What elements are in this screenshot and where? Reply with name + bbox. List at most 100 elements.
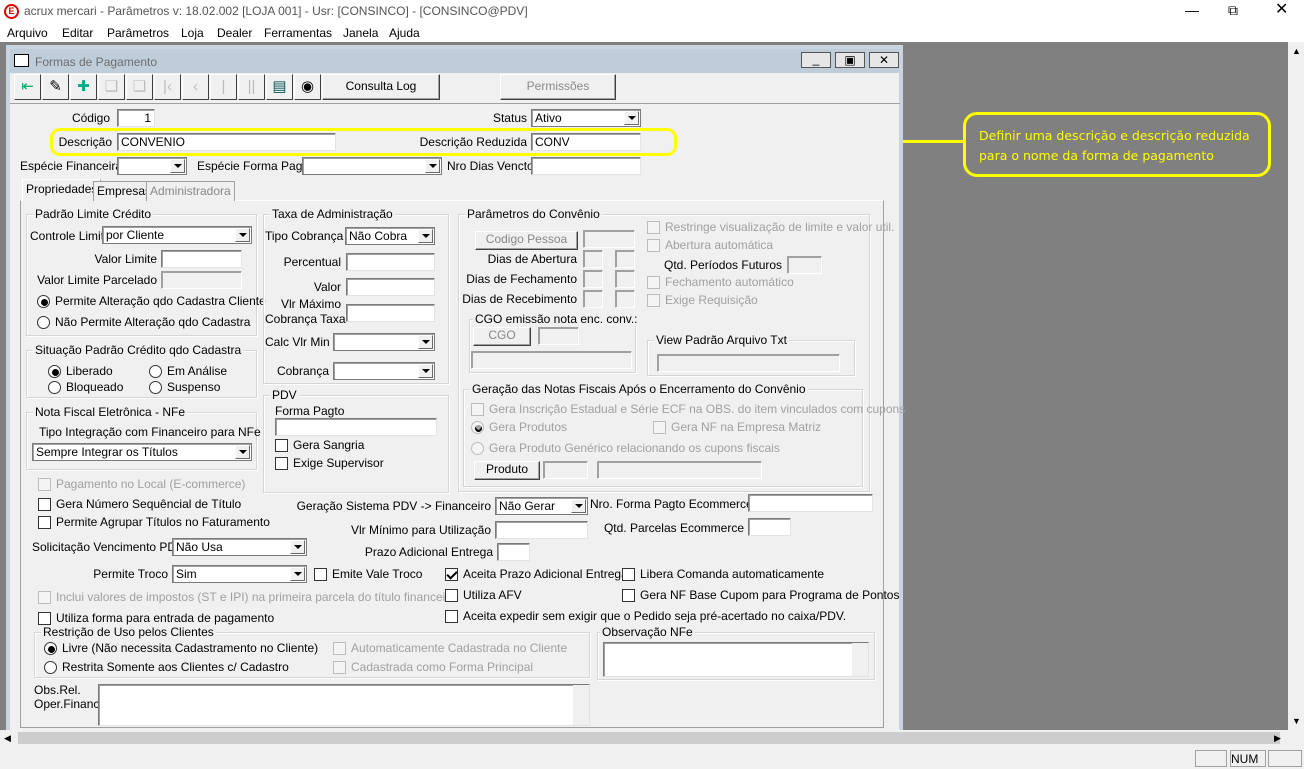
last-record-icon[interactable]: || bbox=[238, 74, 265, 100]
valor-limite-parcelado-label: Valor Limite Parcelado bbox=[37, 273, 157, 287]
nro-forma-ecommerce-input[interactable] bbox=[748, 494, 873, 512]
chevron-down-icon[interactable] bbox=[418, 335, 433, 349]
tipo-integracao-label: Tipo Integração com Financeiro para NFe bbox=[39, 425, 261, 439]
checkbox-box bbox=[314, 568, 327, 581]
codigo-pessoa-button[interactable]: Codigo Pessoa bbox=[475, 231, 578, 250]
chevron-down-icon[interactable] bbox=[624, 111, 639, 125]
codigo-pessoa-input[interactable] bbox=[583, 230, 635, 248]
tab-propriedades[interactable]: Propriedades bbox=[22, 179, 102, 201]
chevron-down-icon[interactable] bbox=[170, 159, 185, 173]
cgo-input[interactable] bbox=[538, 327, 579, 345]
nro-forma-ecommerce-label: Nro. Forma Pagto Ecommerce bbox=[590, 497, 753, 511]
chevron-down-icon[interactable] bbox=[235, 228, 250, 242]
obs-rel-textarea[interactable] bbox=[98, 684, 590, 726]
menu-arquivo[interactable]: Arquivo bbox=[7, 26, 48, 40]
chevron-down-icon[interactable] bbox=[418, 229, 433, 243]
menu-bar: Arquivo Editar Parâmetros Loja Dealer Fe… bbox=[0, 23, 1304, 42]
solicitacao-vencimento-select[interactable]: Não Usa bbox=[172, 538, 307, 556]
view-padrao-input[interactable] bbox=[657, 354, 840, 372]
calc-vlr-min-label: Calc Vlr Min bbox=[265, 335, 330, 349]
window-title-bar: Formas de Pagamento _ ▣ ✕ bbox=[10, 49, 899, 73]
dias-recebimento-label: Dias de Recebimento bbox=[462, 292, 577, 306]
qtd-periodos-input[interactable] bbox=[787, 256, 822, 274]
menu-parametros[interactable]: Parâmetros bbox=[107, 26, 169, 40]
prazo-adicional-input[interactable] bbox=[497, 543, 530, 561]
window-close-button[interactable]: ✕ bbox=[869, 52, 899, 68]
valor-label: Valor bbox=[313, 280, 341, 294]
dias-recebimento-input-1[interactable] bbox=[583, 290, 603, 308]
first-record-icon[interactable]: |‹ bbox=[154, 74, 181, 100]
tipo-integracao-select[interactable]: Sempre Integrar os Títulos bbox=[32, 443, 252, 461]
dias-abertura-input-2[interactable] bbox=[615, 250, 635, 268]
status-select[interactable]: Ativo bbox=[531, 109, 641, 127]
edit-icon[interactable]: ✎ bbox=[42, 74, 69, 100]
previous-record-icon[interactable]: ‹ bbox=[182, 74, 209, 100]
menu-loja[interactable]: Loja bbox=[181, 26, 204, 40]
produto-button[interactable]: Produto bbox=[474, 461, 540, 480]
geracao-pdv-select[interactable]: Não Gerar bbox=[495, 497, 588, 515]
minimize-button[interactable]: — bbox=[1185, 3, 1199, 17]
chevron-down-icon[interactable] bbox=[425, 159, 440, 173]
valor-input[interactable] bbox=[346, 278, 435, 296]
cobranca-select[interactable] bbox=[333, 362, 435, 380]
produto-code-input[interactable] bbox=[543, 461, 588, 479]
window-maximize-button[interactable]: ▣ bbox=[835, 52, 865, 68]
calc-vlr-min-select[interactable] bbox=[333, 333, 435, 351]
tipo-cobranca-select[interactable]: Não Cobra bbox=[345, 227, 435, 245]
valor-limite-parcelado-input[interactable] bbox=[161, 271, 242, 289]
checkbox-box bbox=[647, 221, 660, 234]
restore-button[interactable]: ⧉ bbox=[1228, 3, 1238, 17]
menu-ferramentas[interactable]: Ferramentas bbox=[264, 26, 332, 40]
controle-limite-select[interactable]: por Cliente bbox=[102, 226, 252, 244]
permissoes-button[interactable]: Permissões bbox=[500, 74, 616, 100]
cgo-description[interactable] bbox=[471, 351, 632, 369]
valor-limite-input[interactable] bbox=[161, 250, 242, 268]
next-record-icon[interactable]: | bbox=[210, 74, 237, 100]
codigo-input[interactable]: 1 bbox=[117, 109, 155, 127]
checkbox-box bbox=[275, 457, 288, 470]
menu-ajuda[interactable]: Ajuda bbox=[389, 26, 420, 40]
vlr-maximo-label: Vlr Máximo bbox=[280, 297, 341, 311]
horizontal-scrollbar[interactable]: ◀ ▶ bbox=[0, 730, 1304, 746]
exit-icon[interactable]: ⇤ bbox=[14, 74, 41, 100]
especie-forma-pagto-select[interactable] bbox=[302, 157, 442, 175]
list-icon[interactable]: ▤ bbox=[266, 74, 293, 100]
observacao-nfe-textarea[interactable] bbox=[603, 642, 869, 677]
dias-recebimento-input-2[interactable] bbox=[615, 290, 635, 308]
dias-fechamento-input-1[interactable] bbox=[583, 270, 603, 288]
tab-administradora[interactable]: Administradora bbox=[146, 181, 235, 201]
permite-troco-select[interactable]: Sim bbox=[172, 565, 307, 583]
binoculars-icon[interactable]: ◉ bbox=[294, 74, 321, 100]
checkbox-label: Gera Produto Genérico relacionando os cu… bbox=[489, 441, 780, 455]
chevron-down-icon[interactable] bbox=[571, 499, 586, 513]
vlr-minimo-input[interactable] bbox=[495, 521, 588, 539]
menu-editar[interactable]: Editar bbox=[62, 26, 93, 40]
nro-dias-vencto-input[interactable] bbox=[531, 157, 641, 175]
checkbox-box bbox=[647, 294, 660, 307]
checkbox-label: Permite Alteração qdo Cadastra Cliente bbox=[55, 294, 266, 308]
percentual-input[interactable] bbox=[346, 253, 435, 271]
qtd-parcelas-ecommerce-input[interactable] bbox=[748, 518, 791, 536]
menu-janela[interactable]: Janela bbox=[343, 26, 378, 40]
produto-description-input[interactable] bbox=[597, 461, 762, 479]
copy-icon[interactable]: ❏ bbox=[98, 74, 125, 100]
new-record-icon[interactable]: ✚ bbox=[70, 74, 97, 100]
menu-dealer[interactable]: Dealer bbox=[217, 26, 252, 40]
chevron-down-icon[interactable] bbox=[418, 364, 433, 378]
forma-pagto-input[interactable] bbox=[275, 418, 437, 436]
close-button[interactable]: ✕ bbox=[1275, 2, 1288, 18]
cgo-button[interactable]: CGO bbox=[473, 327, 531, 346]
vertical-scrollbar[interactable]: ▲ ▼ bbox=[1288, 42, 1304, 730]
chevron-down-icon[interactable] bbox=[290, 567, 305, 581]
window-minimize-button[interactable]: _ bbox=[801, 52, 831, 68]
dias-abertura-input-1[interactable] bbox=[583, 250, 603, 268]
nro-dias-vencto-label: Nro Dias Vencto bbox=[447, 159, 534, 173]
paste-icon[interactable]: ❏ bbox=[126, 74, 153, 100]
vlr-maximo-input[interactable] bbox=[346, 304, 435, 322]
forma-pagto-label: Forma Pagto bbox=[275, 404, 345, 418]
checkbox-box bbox=[471, 403, 484, 416]
dias-fechamento-input-2[interactable] bbox=[615, 270, 635, 288]
consulta-log-button[interactable]: Consulta Log bbox=[322, 74, 440, 100]
chevron-down-icon[interactable] bbox=[235, 445, 250, 459]
especie-financeira-select[interactable] bbox=[117, 157, 187, 175]
